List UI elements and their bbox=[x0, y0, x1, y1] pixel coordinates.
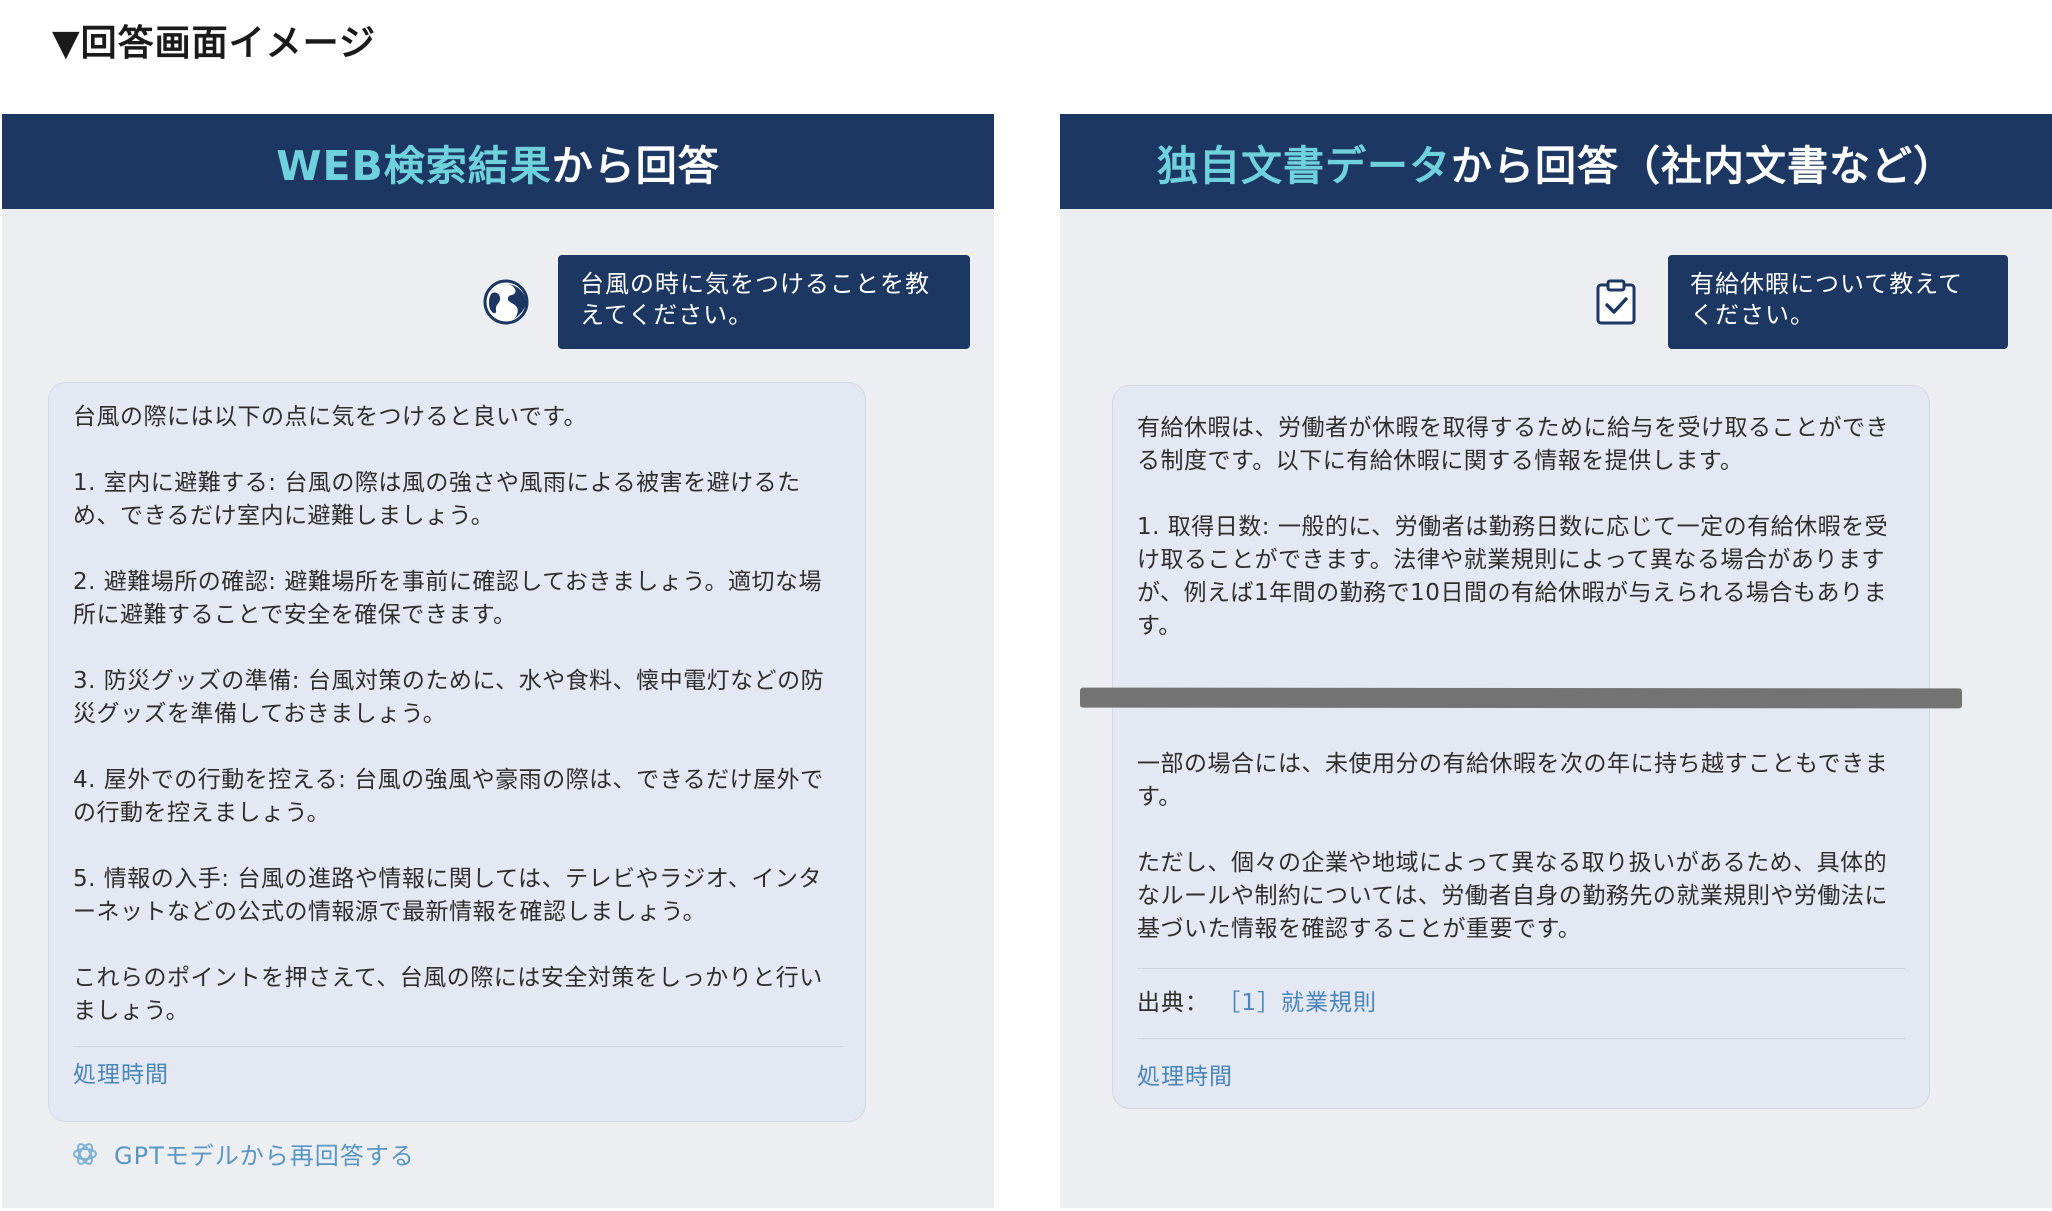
answer-card: 台風の際には以下の点に気をつけると良いです。 1. 室内に避難する: 台風の際は… bbox=[48, 382, 866, 1122]
processing-time-link[interactable]: 処理時間 bbox=[1137, 1061, 1905, 1094]
divider bbox=[1137, 968, 1905, 969]
answer-card: 有給休暇は、労働者が休暇を取得するために給与を受け取ることができる制度です。以下… bbox=[1112, 385, 1930, 1109]
clipboard-check-icon bbox=[1590, 276, 1642, 328]
web-search-panel: WEB検索結果 から回答 台風の時に気をつけることを教えてください。 台風の際には… bbox=[2, 114, 994, 1208]
processing-time-link[interactable]: 処理時間 bbox=[73, 1059, 843, 1092]
answer-paragraph: 3. 防災グッズの準備: 台風対策のために、水や食料、懐中電灯などの防災グッズを… bbox=[73, 668, 825, 727]
answer-paragraph: 5. 情報の入手: 台風の進路や情報に関しては、テレビやラジオ、インターネットな… bbox=[73, 866, 822, 925]
panel-header: WEB検索結果 から回答 bbox=[2, 114, 994, 209]
user-message-bubble: 有給休暇について教えてください。 bbox=[1668, 255, 2008, 349]
user-message-row: 有給休暇について教えてください。 bbox=[1590, 255, 2008, 349]
answer-paragraph: 1. 室内に避難する: 台風の際は風の強さや風雨による被害を避けるため、できるだ… bbox=[73, 470, 801, 529]
header-text: から回答 bbox=[551, 141, 720, 190]
header-text: から回答（社内文書など） bbox=[1451, 141, 1955, 190]
regenerate-button[interactable]: GPTモデルから再回答する bbox=[70, 1136, 415, 1171]
answer-paragraph: 有給休暇は、労働者が休暇を取得するために給与を受け取ることができる制度です。以下… bbox=[1137, 415, 1889, 474]
answer-paragraph: これらのポイントを押さえて、台風の際には安全対策をしっかりと行いましょう。 bbox=[73, 965, 823, 1024]
answer-paragraph: ただし、個々の企業や地域によって異なる取り扱いがあるため、具体的なルールや制約に… bbox=[1137, 850, 1888, 942]
source-label: 出典： bbox=[1137, 990, 1209, 1016]
user-message-bubble: 台風の時に気をつけることを教えてください。 bbox=[558, 255, 970, 349]
internal-docs-panel: 独自文書データ から回答（社内文書など） 有給休暇について教えてください。 有給休… bbox=[1060, 114, 2052, 1208]
header-highlight: 独自文書データ bbox=[1157, 141, 1451, 190]
panel-header: 独自文書データ から回答（社内文書など） bbox=[1060, 114, 2052, 209]
answer-paragraph: 台風の際には以下の点に気をつけると良いです。 bbox=[73, 404, 588, 430]
answer-paragraph: 一部の場合には、未使用分の有給休暇を次の年に持ち越すこともできます。 bbox=[1137, 751, 1889, 810]
page-title: ▼回答画面イメージ bbox=[52, 23, 376, 64]
answer-paragraph: 4. 屋外での行動を控える: 台風の強風や豪雨の際は、できるだけ屋外での行動を控… bbox=[73, 767, 824, 826]
user-message-row: 台風の時に気をつけることを教えてください。 bbox=[480, 255, 970, 349]
source-link[interactable]: ［1］就業規則 bbox=[1217, 990, 1377, 1016]
source-row: 出典： ［1］就業規則 bbox=[1137, 987, 1905, 1020]
header-highlight: WEB検索結果 bbox=[276, 141, 552, 190]
divider bbox=[73, 1046, 843, 1047]
divider bbox=[1137, 1038, 1905, 1039]
globe-icon bbox=[480, 276, 532, 328]
answer-paragraph: 2. 避難場所の確認: 避難場所を事前に確認しておきましょう。適切な場所に避難す… bbox=[73, 569, 823, 628]
redaction-bar bbox=[1080, 687, 1962, 709]
regenerate-label: GPTモデルから再回答する bbox=[114, 1142, 415, 1170]
openai-icon bbox=[70, 1139, 100, 1169]
answer-paragraph: 1. 取得日数: 一般的に、労働者は勤務日数に応じて一定の有給休暇を受け取ること… bbox=[1137, 514, 1889, 639]
